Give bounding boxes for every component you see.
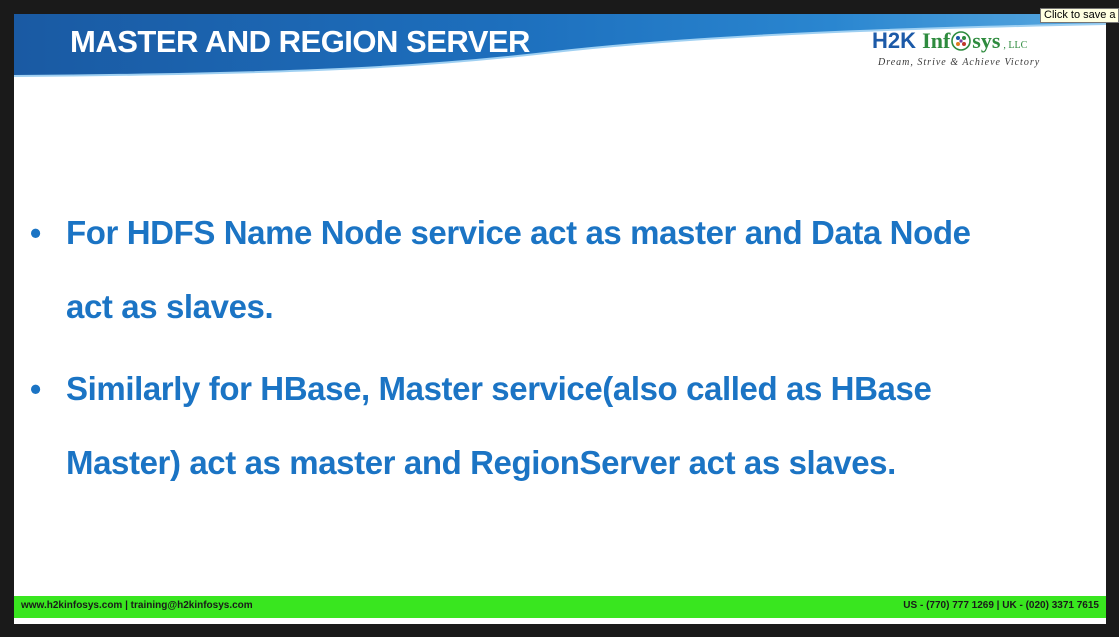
bullet-item: • Similarly for HBase, Master service(al… [30, 352, 1090, 500]
slide-title: MASTER AND REGION SERVER [70, 24, 530, 59]
bullet-line: For HDFS Name Node service act as master… [66, 214, 971, 251]
logo-llc-text: , LLC [1003, 40, 1028, 51]
save-tooltip[interactable]: Click to save a p [1040, 8, 1119, 23]
company-logo: H2K Inf sys, LLC Dream, Strive & Achieve… [872, 28, 1072, 76]
bullet-line: Master) act as master and RegionServer a… [66, 444, 896, 481]
slide: MASTER AND REGION SERVER H2K Inf sys, LL… [14, 14, 1106, 624]
bullet-dot-icon: • [30, 215, 42, 251]
globe-icon [951, 31, 972, 51]
logo-h2k-text: H2K [872, 28, 917, 53]
logo-info-text: Inf [922, 28, 951, 53]
bullet-list: • For HDFS Name Node service act as mast… [30, 196, 1090, 508]
presentation-frame: MASTER AND REGION SERVER H2K Inf sys, LL… [0, 0, 1119, 637]
footer-contact-phone: US - (770) 777 1269 | UK - (020) 3371 76… [903, 600, 1099, 611]
logo-tagline: Dream, Strive & Achieve Victory [878, 57, 1041, 68]
bullet-line: Similarly for HBase, Master service(also… [66, 370, 932, 407]
footer-contact-web: www.h2kinfosys.com | training@h2kinfosys… [21, 600, 253, 611]
footer-bar: www.h2kinfosys.com | training@h2kinfosys… [14, 596, 1106, 618]
bullet-item: • For HDFS Name Node service act as mast… [30, 196, 1090, 344]
logo-sys-text: sys [972, 28, 1001, 53]
bullet-line: act as slaves. [66, 288, 274, 325]
bullet-dot-icon: • [30, 371, 42, 407]
logo-wordmark: H2K Inf sys, LLC [872, 28, 1027, 59]
